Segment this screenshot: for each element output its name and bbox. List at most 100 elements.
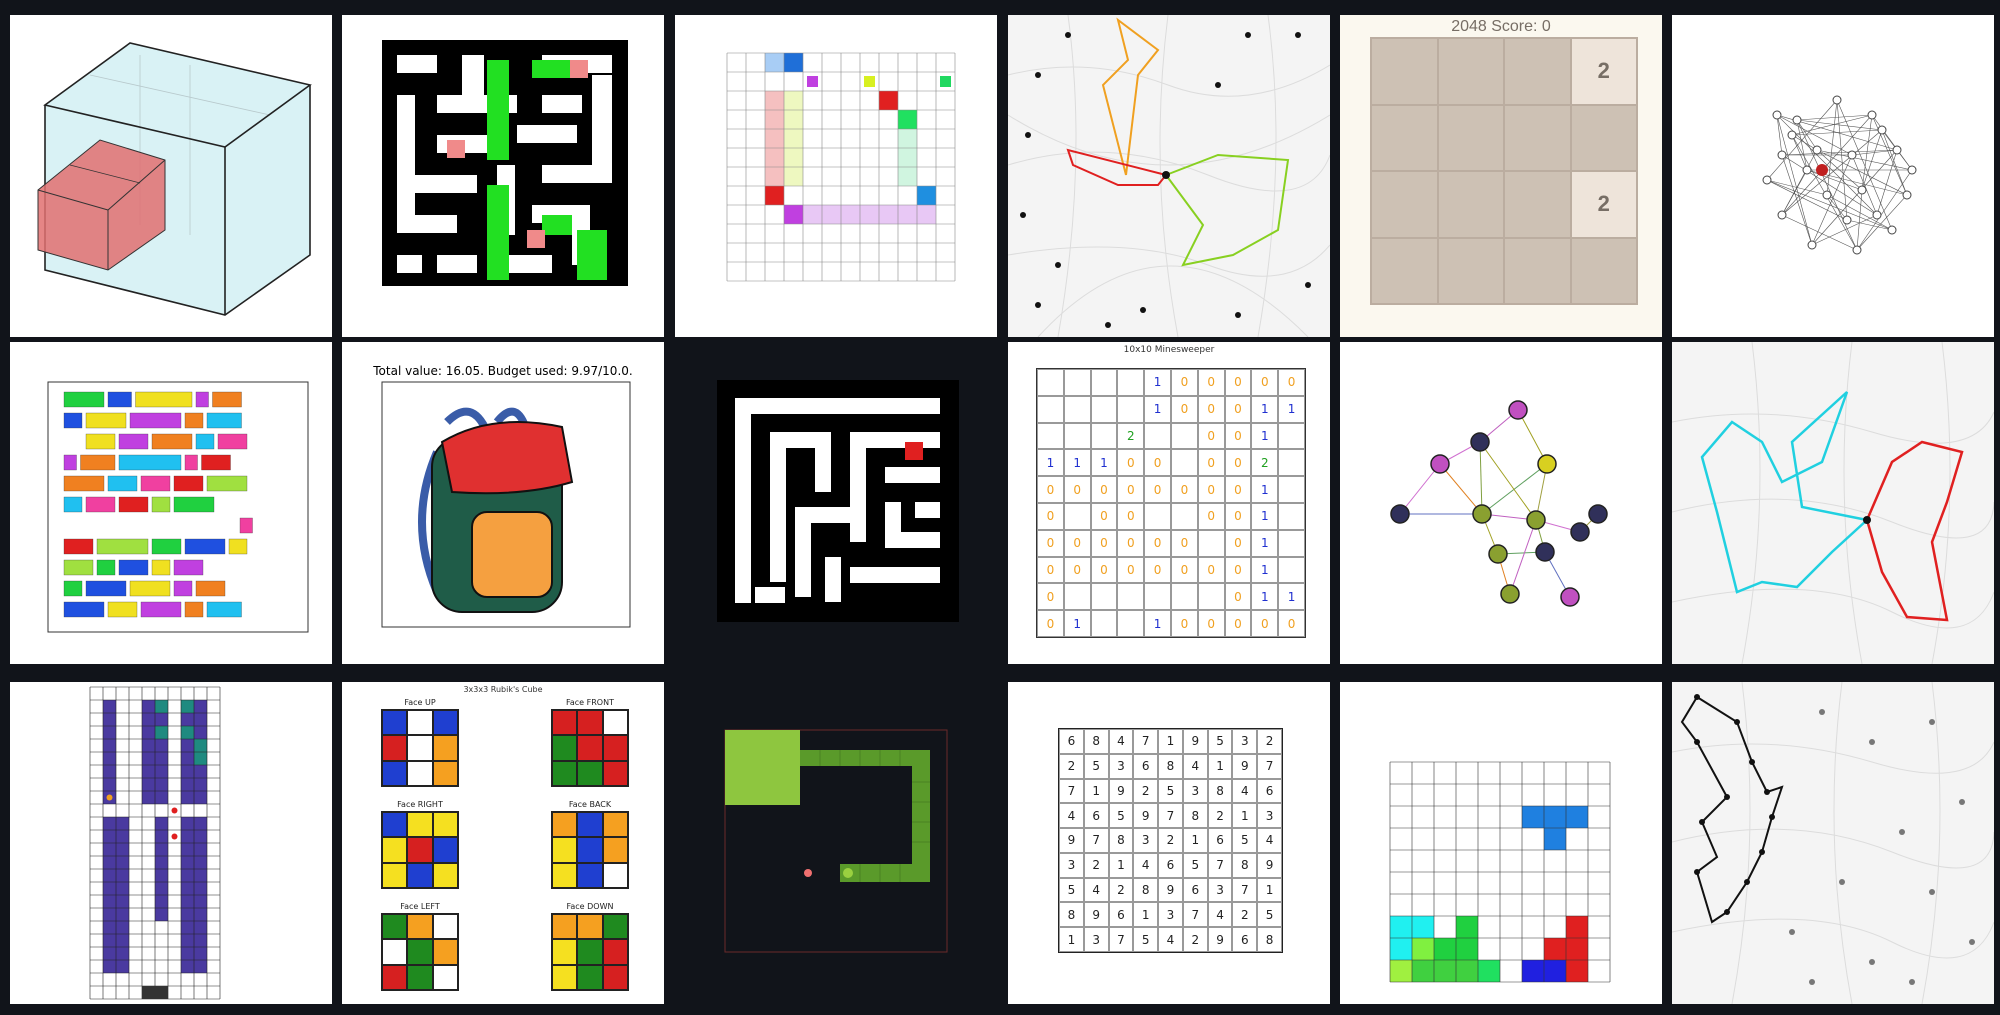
sudoku-cell[interactable]: 1 bbox=[1059, 927, 1084, 952]
sudoku-cell[interactable]: 3 bbox=[1257, 803, 1282, 829]
minesweeper-cell[interactable] bbox=[1063, 369, 1091, 396]
sudoku-cell[interactable]: 3 bbox=[1207, 877, 1233, 903]
sudoku-cell[interactable]: 4 bbox=[1158, 927, 1183, 952]
minesweeper-cell[interactable] bbox=[1037, 369, 1064, 396]
minesweeper-cell[interactable] bbox=[1197, 529, 1225, 557]
minesweeper-cell[interactable] bbox=[1278, 502, 1305, 530]
minesweeper-cell[interactable]: 1 bbox=[1278, 395, 1305, 423]
sudoku-cell[interactable]: 6 bbox=[1108, 902, 1134, 928]
minesweeper-cell[interactable]: 0 bbox=[1197, 610, 1225, 637]
minesweeper-cell[interactable] bbox=[1117, 369, 1145, 396]
minesweeper-cell[interactable]: 0 bbox=[1037, 502, 1064, 530]
minesweeper-cell[interactable]: 0 bbox=[1144, 529, 1171, 557]
minesweeper-cell[interactable]: 0 bbox=[1144, 476, 1171, 503]
minesweeper-cell[interactable]: 0 bbox=[1197, 556, 1225, 584]
sudoku-cell[interactable]: 6 bbox=[1232, 927, 1258, 952]
minesweeper-cell[interactable] bbox=[1278, 449, 1305, 477]
minesweeper-cell[interactable]: 1 bbox=[1251, 476, 1279, 503]
minesweeper-cell[interactable]: 0 bbox=[1197, 369, 1225, 396]
sudoku-cell[interactable]: 7 bbox=[1257, 753, 1282, 779]
minesweeper-cell[interactable]: 1 bbox=[1090, 449, 1118, 477]
sudoku-cell[interactable]: 5 bbox=[1059, 877, 1084, 903]
minesweeper-cell[interactable] bbox=[1117, 395, 1145, 423]
sudoku-cell[interactable]: 8 bbox=[1182, 803, 1208, 829]
minesweeper-cell[interactable] bbox=[1117, 610, 1145, 637]
sudoku-cell[interactable]: 7 bbox=[1133, 729, 1159, 754]
sudoku-cell[interactable]: 1 bbox=[1108, 852, 1134, 878]
sudoku-cell[interactable]: 2 bbox=[1133, 778, 1159, 804]
minesweeper-cell[interactable]: 0 bbox=[1224, 610, 1252, 637]
minesweeper-cell[interactable]: 0 bbox=[1224, 583, 1252, 611]
sudoku-cell[interactable]: 9 bbox=[1257, 852, 1282, 878]
minesweeper-cell[interactable]: 1 bbox=[1251, 422, 1279, 450]
minesweeper-cell[interactable]: 0 bbox=[1224, 502, 1252, 530]
minesweeper-cell[interactable]: 0 bbox=[1224, 529, 1252, 557]
minesweeper-cell[interactable]: 0 bbox=[1224, 556, 1252, 584]
sudoku-cell[interactable]: 7 bbox=[1108, 927, 1134, 952]
sudoku-cell[interactable]: 4 bbox=[1108, 729, 1134, 754]
sudoku-cell[interactable]: 9 bbox=[1158, 877, 1183, 903]
sudoku-cell[interactable]: 4 bbox=[1207, 902, 1233, 928]
minesweeper-cell[interactable]: 0 bbox=[1197, 395, 1225, 423]
minesweeper-cell[interactable]: 0 bbox=[1117, 449, 1145, 477]
minesweeper-cell[interactable]: 0 bbox=[1037, 529, 1064, 557]
sudoku-cell[interactable]: 1 bbox=[1257, 877, 1282, 903]
minesweeper-cell[interactable]: 0 bbox=[1090, 476, 1118, 503]
minesweeper-cell[interactable]: 0 bbox=[1197, 502, 1225, 530]
minesweeper-cell[interactable] bbox=[1278, 476, 1305, 503]
minesweeper-cell[interactable]: 0 bbox=[1278, 610, 1305, 637]
sudoku-cell[interactable]: 9 bbox=[1133, 803, 1159, 829]
minesweeper-cell[interactable]: 0 bbox=[1090, 529, 1118, 557]
minesweeper-cell[interactable]: 0 bbox=[1224, 476, 1252, 503]
sudoku-cell[interactable]: 7 bbox=[1059, 778, 1084, 804]
minesweeper-cell[interactable]: 1 bbox=[1144, 395, 1171, 423]
sudoku-cell[interactable]: 2 bbox=[1257, 729, 1282, 754]
minesweeper-cell[interactable]: 0 bbox=[1197, 422, 1225, 450]
minesweeper-cell[interactable]: 0 bbox=[1090, 556, 1118, 584]
minesweeper-cell[interactable]: 0 bbox=[1117, 556, 1145, 584]
sudoku-cell[interactable]: 8 bbox=[1257, 927, 1282, 952]
sudoku-cell[interactable]: 2 bbox=[1158, 828, 1183, 853]
minesweeper-cell[interactable]: 0 bbox=[1251, 610, 1279, 637]
minesweeper-cell[interactable] bbox=[1197, 583, 1225, 611]
sudoku-cell[interactable]: 8 bbox=[1083, 729, 1109, 754]
sudoku-cell[interactable]: 9 bbox=[1207, 927, 1233, 952]
minesweeper-cell[interactable] bbox=[1063, 422, 1091, 450]
minesweeper-cell[interactable] bbox=[1278, 422, 1305, 450]
minesweeper-cell[interactable]: 0 bbox=[1037, 476, 1064, 503]
minesweeper-cell[interactable] bbox=[1090, 422, 1118, 450]
minesweeper-cell[interactable]: 0 bbox=[1037, 583, 1064, 611]
minesweeper-cell[interactable] bbox=[1278, 556, 1305, 584]
minesweeper-cell[interactable] bbox=[1144, 583, 1171, 611]
minesweeper-cell[interactable]: 0 bbox=[1170, 556, 1198, 584]
sudoku-cell[interactable]: 7 bbox=[1083, 828, 1109, 853]
sudoku-cell[interactable]: 4 bbox=[1059, 803, 1084, 829]
sudoku-cell[interactable]: 3 bbox=[1059, 852, 1084, 878]
minesweeper-cell[interactable]: 1 bbox=[1251, 529, 1279, 557]
sudoku-cell[interactable]: 9 bbox=[1059, 828, 1084, 853]
minesweeper-cell[interactable]: 1 bbox=[1251, 556, 1279, 584]
minesweeper-cell[interactable]: 0 bbox=[1090, 502, 1118, 530]
sudoku-cell[interactable]: 1 bbox=[1133, 902, 1159, 928]
minesweeper-cell[interactable]: 1 bbox=[1278, 583, 1305, 611]
minesweeper-cell[interactable] bbox=[1063, 502, 1091, 530]
sudoku-cell[interactable]: 6 bbox=[1207, 828, 1233, 853]
minesweeper-cell[interactable]: 1 bbox=[1063, 449, 1091, 477]
minesweeper-cell[interactable] bbox=[1170, 422, 1198, 450]
minesweeper-cell[interactable] bbox=[1090, 395, 1118, 423]
minesweeper-cell[interactable]: 0 bbox=[1224, 449, 1252, 477]
minesweeper-cell[interactable] bbox=[1090, 583, 1118, 611]
sudoku-cell[interactable]: 9 bbox=[1232, 753, 1258, 779]
sudoku-cell[interactable]: 9 bbox=[1182, 729, 1208, 754]
minesweeper-cell[interactable] bbox=[1170, 449, 1198, 477]
minesweeper-cell[interactable]: 2 bbox=[1251, 449, 1279, 477]
sudoku-cell[interactable]: 4 bbox=[1182, 753, 1208, 779]
sudoku-cell[interactable]: 2 bbox=[1232, 902, 1258, 928]
minesweeper-cell[interactable]: 1 bbox=[1144, 610, 1171, 637]
sudoku-cell[interactable]: 4 bbox=[1083, 877, 1109, 903]
sudoku-cell[interactable]: 2 bbox=[1207, 803, 1233, 829]
sudoku-cell[interactable]: 7 bbox=[1232, 877, 1258, 903]
minesweeper-cell[interactable]: 1 bbox=[1251, 583, 1279, 611]
sudoku-cell[interactable]: 3 bbox=[1232, 729, 1258, 754]
minesweeper-cell[interactable]: 0 bbox=[1063, 556, 1091, 584]
